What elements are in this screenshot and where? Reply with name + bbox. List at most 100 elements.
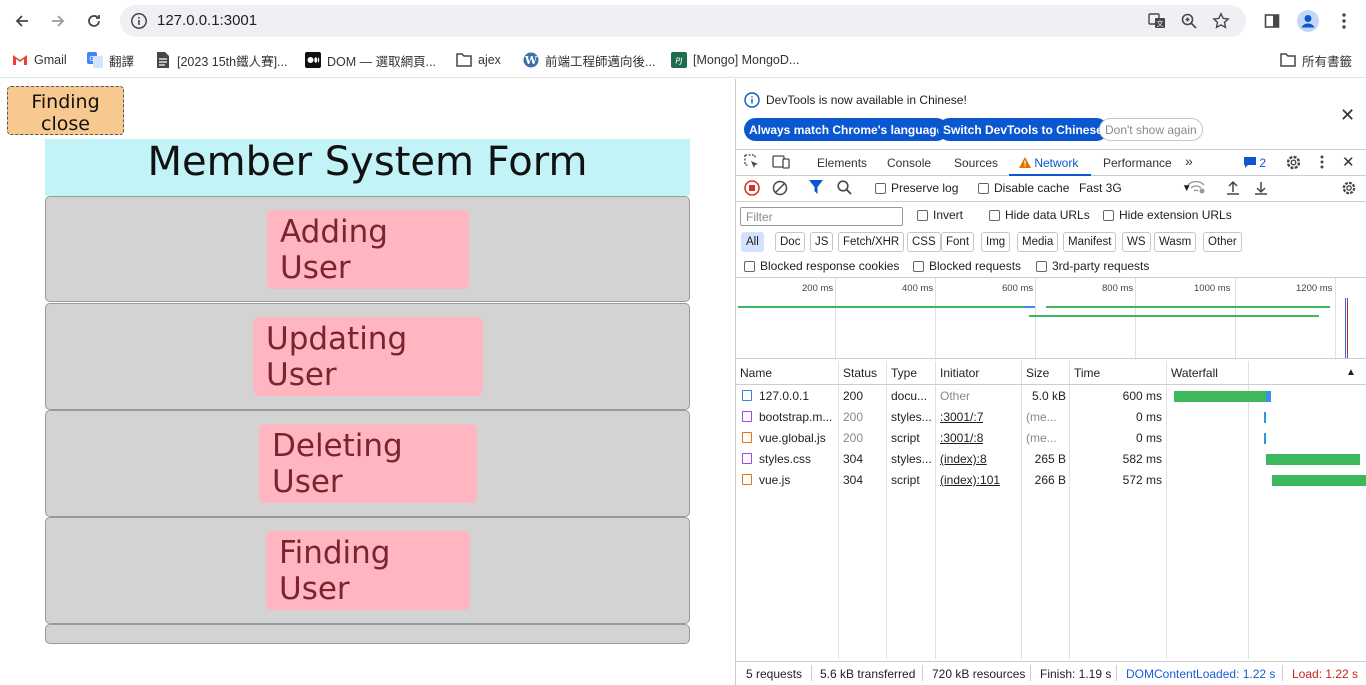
zoom-icon[interactable]: [1178, 10, 1200, 32]
adding-user-button[interactable]: Adding User: [267, 210, 469, 289]
column-header-initiator[interactable]: Initiator: [940, 366, 979, 380]
initiator-link[interactable]: :3001/:7: [940, 410, 983, 424]
type-filter-wasm[interactable]: Wasm: [1154, 232, 1197, 252]
type-filter-manifest[interactable]: Manifest: [1063, 232, 1117, 252]
export-har-icon[interactable]: [1254, 180, 1268, 196]
type-filter-css[interactable]: CSS: [907, 232, 941, 252]
inspect-element-icon[interactable]: [744, 154, 760, 173]
bookmark-gmail[interactable]: Gmail: [12, 50, 67, 70]
all-bookmarks[interactable]: 所有書籤: [1280, 50, 1352, 70]
hide-extension-urls-checkbox[interactable]: Hide extension URLs: [1103, 208, 1232, 222]
reload-icon[interactable]: [80, 7, 108, 35]
bookmark-mongo[interactable]: PJ [Mongo] MongoD...: [671, 50, 799, 70]
column-header-time[interactable]: Time: [1074, 366, 1100, 380]
third-party-requests-checkbox[interactable]: 3rd-party requests: [1036, 259, 1149, 273]
devtools-menu-icon[interactable]: [1320, 155, 1324, 172]
type-filter-fetch-xhr[interactable]: Fetch/XHR: [838, 232, 905, 252]
folder-icon: [1280, 52, 1296, 68]
bookmark-frontend[interactable]: W 前端工程師邁向後...: [523, 50, 655, 70]
initiator-link[interactable]: (index):101: [940, 473, 1000, 487]
address-bar[interactable]: 127.0.0.1:3001 文: [120, 5, 1246, 37]
type-filter-ws[interactable]: WS: [1122, 232, 1151, 252]
column-header-status[interactable]: Status: [843, 366, 877, 380]
column-header-name[interactable]: Name: [740, 366, 772, 380]
type-filter-js[interactable]: JS: [810, 232, 834, 252]
blocked-response-cookies-checkbox[interactable]: Blocked response cookies: [744, 259, 899, 273]
issues-badge[interactable]: 2: [1244, 156, 1266, 170]
import-har-icon[interactable]: [1226, 180, 1240, 196]
initiator-link[interactable]: (index):8: [940, 452, 987, 466]
column-header-size[interactable]: Size: [1026, 366, 1049, 380]
column-header-waterfall[interactable]: Waterfall: [1171, 366, 1218, 380]
throttling-select[interactable]: Fast 3G ▼: [1079, 181, 1192, 195]
table-row[interactable]: 127.0.0.1 200 docu... Other 5.0 kB 600 m…: [736, 386, 1366, 407]
always-match-language-button[interactable]: Always match Chrome's language: [744, 118, 949, 141]
type-filter-other[interactable]: Other: [1203, 232, 1242, 252]
close-devtools-icon[interactable]: ✕: [1342, 153, 1355, 171]
search-icon[interactable]: [837, 180, 852, 195]
clear-icon[interactable]: [772, 180, 788, 196]
warning-icon: [1019, 156, 1031, 170]
network-overview-timeline[interactable]: 200 ms 400 ms 600 ms 800 ms 1000 ms 1200…: [736, 277, 1366, 360]
updating-user-button[interactable]: Updating User: [253, 317, 483, 396]
url-text[interactable]: 127.0.0.1:3001: [157, 12, 257, 29]
close-icon[interactable]: ✕: [1340, 105, 1355, 126]
preserve-log-checkbox[interactable]: Preserve log: [875, 181, 958, 195]
script-file-icon: [742, 474, 752, 485]
finding-user-button[interactable]: Finding User: [266, 531, 470, 610]
wordpress-icon: W: [523, 52, 539, 68]
overview-tick-label: 600 ms: [1002, 283, 1034, 294]
tab-sources[interactable]: Sources: [954, 156, 998, 170]
sort-ascending-icon[interactable]: ▲: [1346, 367, 1356, 378]
tab-network[interactable]: Network: [1019, 156, 1078, 170]
table-row[interactable]: styles.css 304 styles... (index):8 265 B…: [736, 449, 1366, 470]
tab-performance[interactable]: Performance: [1103, 156, 1172, 170]
filter-funnel-icon[interactable]: [809, 180, 823, 194]
tab-console[interactable]: Console: [887, 156, 931, 170]
forward-arrow-icon[interactable]: [44, 7, 72, 35]
type-filter-media[interactable]: Media: [1017, 232, 1059, 252]
settings-gear-icon[interactable]: [1285, 154, 1302, 174]
filter-input[interactable]: Filter: [740, 207, 903, 226]
record-stop-icon[interactable]: [744, 180, 760, 196]
type-filter-img[interactable]: Img: [981, 232, 1011, 252]
bookmark-ironman[interactable]: [2023 15th鐵人賽]...: [155, 50, 287, 70]
bookmark-ajex-folder[interactable]: ajex: [456, 50, 501, 70]
overview-gridline: [935, 278, 936, 360]
side-panel-icon[interactable]: [1258, 7, 1286, 35]
network-conditions-icon[interactable]: [1187, 180, 1205, 194]
type-filter-font[interactable]: Font: [941, 232, 975, 252]
back-arrow-icon[interactable]: [8, 7, 36, 35]
type-filter-all[interactable]: All: [741, 232, 764, 252]
status-domcontentloaded: DOMContentLoaded: 1.22 s: [1126, 667, 1276, 681]
browser-menu-icon[interactable]: [1330, 7, 1358, 35]
invert-checkbox[interactable]: Invert: [917, 208, 963, 222]
hide-data-urls-checkbox[interactable]: Hide data URLs: [989, 208, 1090, 222]
column-header-type[interactable]: Type: [891, 366, 917, 380]
site-info-icon[interactable]: [130, 12, 148, 35]
tab-elements[interactable]: Elements: [817, 156, 867, 170]
initiator-link[interactable]: :3001/:8: [940, 431, 983, 445]
bookmark-translate[interactable]: G 翻譯: [87, 50, 134, 70]
profile-avatar-icon[interactable]: [1294, 7, 1322, 35]
finding-close-button[interactable]: Finding close: [7, 86, 124, 135]
chat-icon: [1244, 156, 1256, 170]
more-tabs-icon[interactable]: »: [1185, 153, 1193, 169]
overview-gridline: [1335, 278, 1336, 360]
switch-to-chinese-button[interactable]: Switch DevTools to Chinese: [938, 118, 1108, 141]
deleting-user-button[interactable]: Deleting User: [259, 424, 477, 503]
bookmark-dom[interactable]: DOM — 選取網頁...: [305, 50, 436, 70]
blocked-requests-checkbox[interactable]: Blocked requests: [913, 259, 1021, 273]
table-row[interactable]: vue.js 304 script (index):101 266 B 572 …: [736, 470, 1366, 491]
type-filter-doc[interactable]: Doc: [775, 232, 806, 252]
bookmark-star-icon[interactable]: [1210, 10, 1232, 32]
network-settings-gear-icon[interactable]: [1341, 180, 1357, 196]
gmail-icon: [12, 52, 28, 68]
table-row[interactable]: vue.global.js 200 script :3001/:8 (me...…: [736, 428, 1366, 449]
table-row[interactable]: bootstrap.m... 200 styles... :3001/:7 (m…: [736, 407, 1366, 428]
panel-updating-user: Updating User: [45, 303, 690, 410]
device-toolbar-icon[interactable]: [772, 154, 790, 173]
disable-cache-checkbox[interactable]: Disable cache: [978, 181, 1069, 195]
dont-show-again-button[interactable]: Don't show again: [1099, 118, 1203, 141]
translate-page-icon[interactable]: 文: [1146, 10, 1168, 32]
